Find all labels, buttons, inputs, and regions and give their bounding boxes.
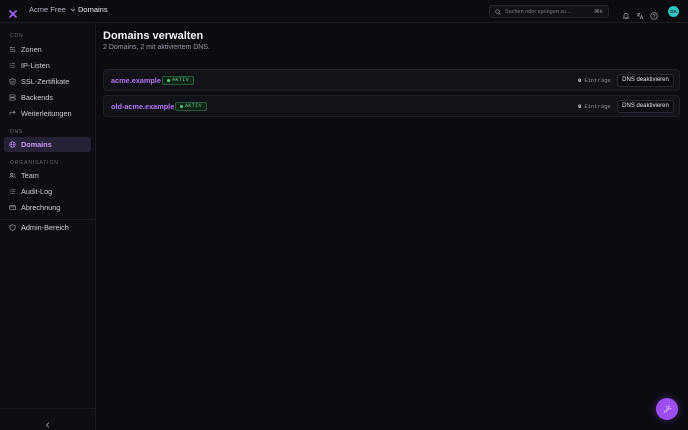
domain-name-link[interactable]: old-acme.example: [111, 102, 174, 111]
search-box[interactable]: ⌘K: [489, 5, 609, 18]
entries-count: 0 Einträge: [578, 103, 611, 110]
deactivate-dns-button[interactable]: DNS deaktivieren: [617, 99, 674, 113]
sidebar-item-backends[interactable]: Backends: [4, 90, 91, 105]
server-icon: [9, 94, 16, 101]
status-badge: AKTIV: [162, 75, 195, 85]
status-text: AKTIV: [172, 77, 190, 83]
sidebar-item-label: SSL-Zertifikate: [21, 77, 70, 86]
sidebar-item-domains[interactable]: Domains: [4, 137, 91, 152]
sidebar-item-audit-log[interactable]: Audit-Log: [4, 184, 91, 199]
domain-row: old-acme.example AKTIV 0 Einträge DNS dea…: [103, 95, 680, 117]
page-subtitle: 2 Domains, 2 mit aktiviertem DNS.: [103, 44, 210, 51]
shield-icon: [9, 224, 16, 231]
users-icon: [9, 172, 16, 179]
entries-label: Einträge: [584, 103, 611, 110]
section-label-organisation: ORGANISATION: [10, 160, 59, 166]
bell-icon[interactable]: [622, 7, 630, 20]
domain-row: acme.example AKTIV 0 Einträge DNS deaktiv…: [103, 69, 680, 91]
section-label-dns: DNS: [10, 129, 24, 135]
avatar[interactable]: DA: [668, 6, 679, 17]
search-icon: [495, 8, 501, 15]
breadcrumb-separator: /: [72, 6, 74, 13]
status-dot: [180, 104, 183, 108]
sidebar-item-redirects[interactable]: Weiterleitungen: [4, 106, 91, 121]
sidebar-item-label: Weiterleitungen: [21, 109, 72, 118]
org-switcher[interactable]: Acme Free: [29, 5, 76, 14]
sidebar-item-label: Abrechnung: [21, 203, 61, 212]
sidebar-item-ip-lists[interactable]: IP-Listen: [4, 58, 91, 73]
status-dot: [167, 78, 170, 82]
app-logo-icon[interactable]: [8, 6, 18, 18]
sidebar-item-billing[interactable]: Abrechnung: [4, 200, 91, 215]
search-shortcut: ⌘K: [594, 8, 603, 15]
help-icon[interactable]: [650, 7, 658, 20]
status-text: AKTIV: [185, 103, 203, 109]
sidebar-item-ssl-certificates[interactable]: SSL-Zertifikate: [4, 74, 91, 89]
sidebar-item-label: Domains: [21, 140, 52, 149]
entries-label: Einträge: [584, 77, 611, 84]
sidebar-item-label: Audit-Log: [21, 187, 53, 196]
section-label-cdn: CDN: [10, 33, 24, 39]
quick-action-button[interactable]: [656, 398, 678, 420]
sidebar-item-label: Zonen: [21, 45, 42, 54]
credit-card-icon: [9, 205, 16, 210]
list-icon: [9, 189, 16, 194]
org-name: Acme Free: [29, 5, 66, 14]
sidebar-item-label: Backends: [21, 93, 54, 102]
translate-icon[interactable]: [636, 7, 644, 20]
collapse-sidebar-chevron-left-icon[interactable]: [44, 416, 52, 428]
redirect-icon: [9, 110, 16, 116]
entries-count: 0 Einträge: [578, 77, 611, 84]
magic-wand-icon: [663, 405, 671, 413]
sidebar-item-admin[interactable]: Admin-Bereich: [4, 220, 91, 235]
shield-check-icon: [9, 78, 16, 85]
sidebar-item-label: IP-Listen: [21, 61, 50, 70]
entries-number: 0: [578, 77, 582, 84]
deactivate-dns-button[interactable]: DNS deaktivieren: [617, 73, 674, 87]
status-badge: AKTIV: [175, 101, 208, 111]
breadcrumb-current: Domains: [78, 5, 108, 14]
zones-icon: [9, 47, 16, 52]
top-bar: Acme Free / Domains ⌘K DA: [0, 0, 688, 23]
sidebar: CDN Zonen IP-Listen SSL-Zertifikate Back…: [0, 23, 96, 430]
page-title: Domains verwalten: [103, 30, 204, 42]
sidebar-item-team[interactable]: Team: [4, 168, 91, 183]
sidebar-item-zones[interactable]: Zonen: [4, 42, 91, 57]
domain-name-link[interactable]: acme.example: [111, 76, 161, 85]
list-icon: [9, 63, 16, 68]
sidebar-item-label: Admin-Bereich: [21, 223, 69, 232]
sidebar-bottom-divider: [0, 408, 96, 409]
sidebar-item-label: Team: [21, 171, 39, 180]
search-input[interactable]: [505, 8, 590, 15]
globe-icon: [9, 141, 16, 148]
entries-number: 0: [578, 103, 582, 110]
